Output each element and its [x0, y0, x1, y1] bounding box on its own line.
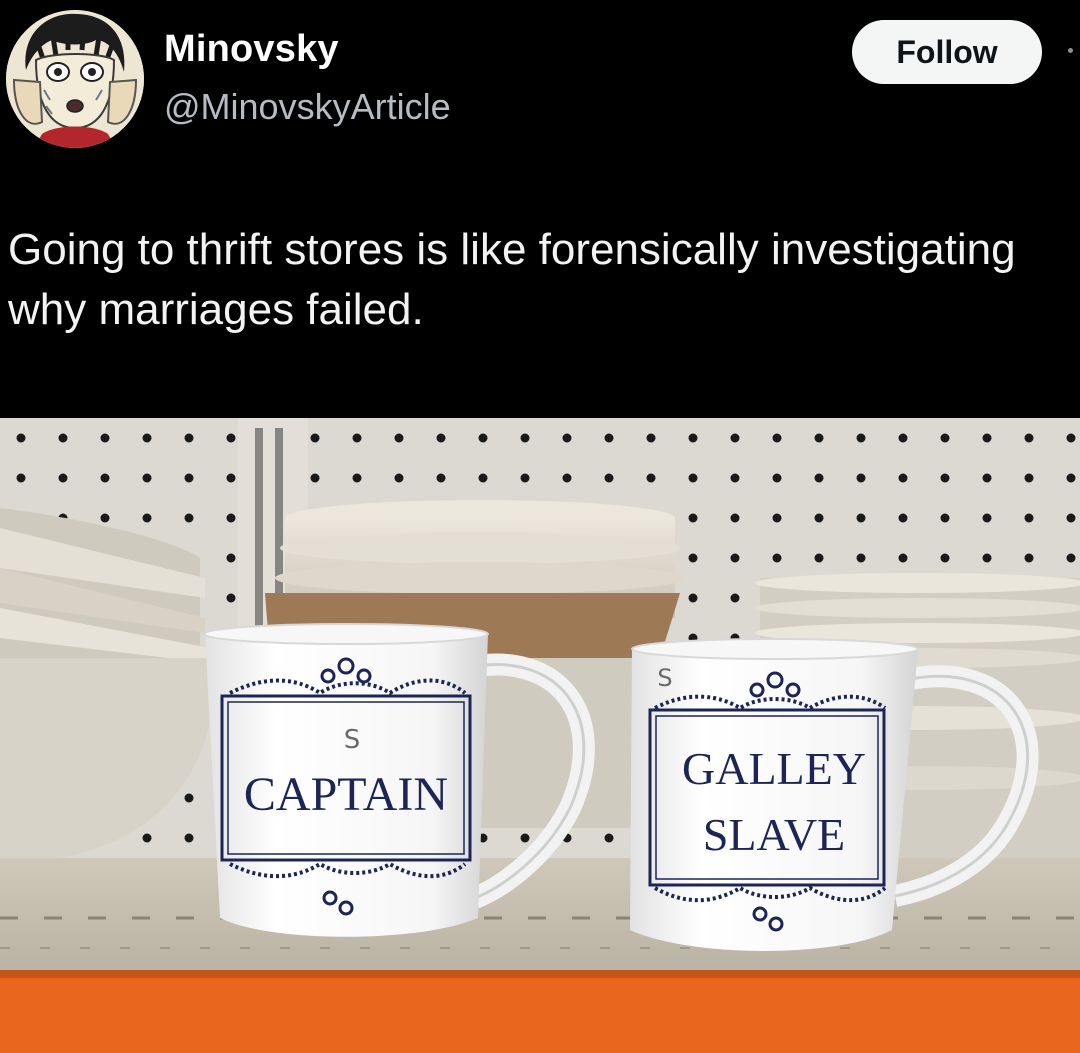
author-display-name[interactable]: Minovsky: [164, 28, 339, 71]
mugs-on-shelf-image: S CAPTAIN S GALLEY SLAVE: [0, 418, 1080, 1053]
author-avatar[interactable]: [6, 10, 144, 148]
tweet-text: Going to thrift stores is like forensica…: [8, 225, 1016, 334]
tweet-photo[interactable]: S CAPTAIN S GALLEY SLAVE: [0, 418, 1080, 1053]
galley-mug-label-line1: GALLEY: [682, 743, 866, 794]
more-options-icon[interactable]: [1068, 48, 1073, 53]
galley-price-mark: S: [657, 664, 672, 692]
captain-price-mark: S: [344, 725, 361, 755]
tweet-card: Minovsky @MinovskyArticle Follow Going t…: [0, 0, 1080, 1053]
captain-mug-label: CAPTAIN: [244, 768, 448, 821]
anime-portrait-icon: [6, 10, 144, 148]
galley-mug-label-line2: SLAVE: [703, 809, 845, 860]
follow-button[interactable]: Follow: [852, 20, 1042, 84]
author-handle[interactable]: @MinovskyArticle: [164, 86, 451, 128]
